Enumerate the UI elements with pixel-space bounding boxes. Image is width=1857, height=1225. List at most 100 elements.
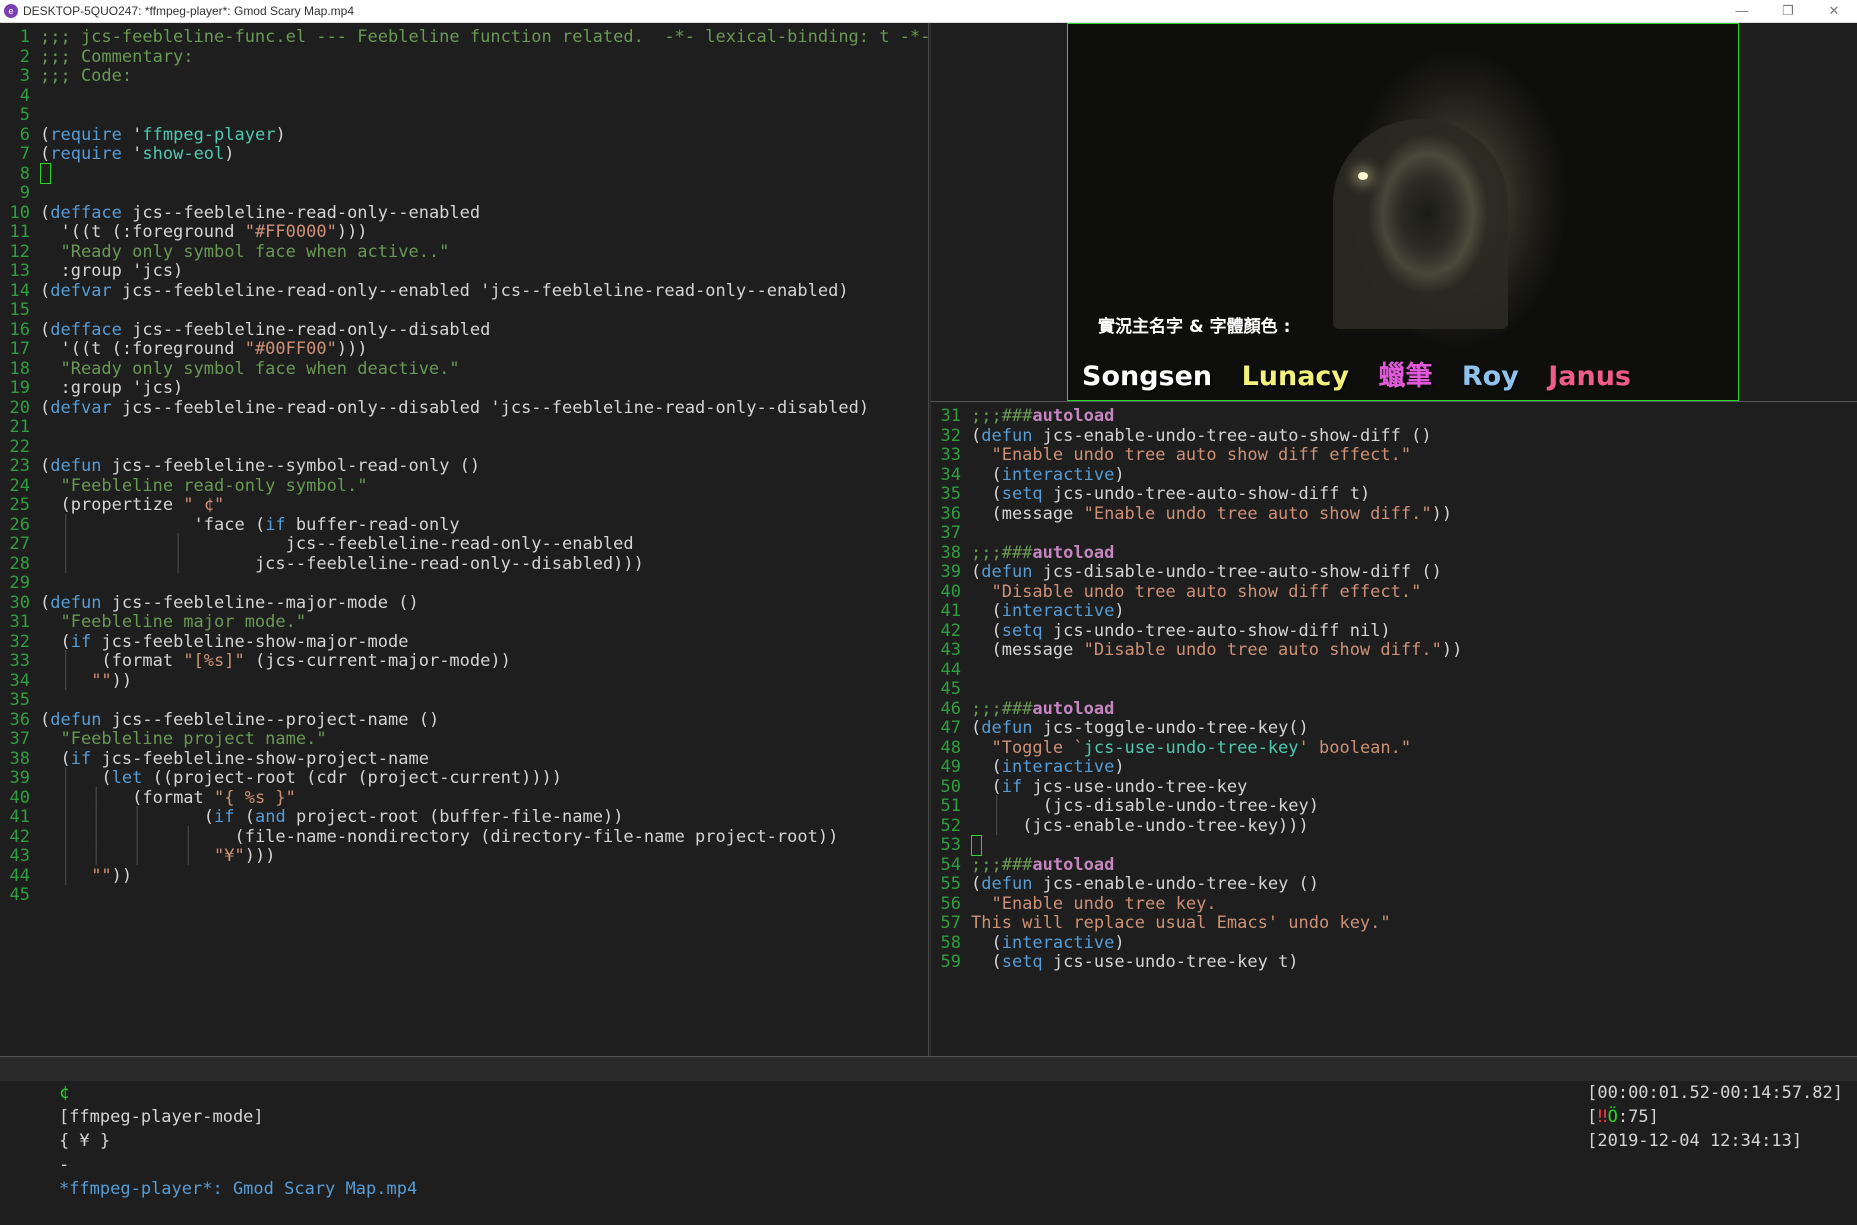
code-token: ( (40, 456, 51, 476)
code-token: jcs--feebleline--major-mode () (101, 592, 419, 613)
code-token: │ (40, 651, 81, 671)
title-bar: e DESKTOP-5QUO247: *ffmpeg-player*: Gmod… (0, 0, 1857, 23)
code-line[interactable]: 14 (defvar jcs--feebleline-read-only--ena… (0, 280, 849, 303)
volume-open-bracket: [ (1587, 1107, 1598, 1127)
code-token: ( (971, 874, 982, 894)
code-token: )) (1431, 503, 1453, 524)
code-token: ' (121, 144, 143, 164)
video-frame[interactable]: 實況主名字 & 字體顏色 : Songsen Lunacy 蠟筆 Roy Jan… (1067, 23, 1739, 401)
line-number: 59 (940, 952, 961, 972)
minimize-button[interactable]: — (1719, 0, 1765, 22)
right-editor-pane[interactable]: 31 ;;;###autoload 32 (defun jcs-enable-undo… (931, 401, 1857, 1057)
streamer-names: Songsen Lunacy 蠟筆 Roy Janus (1082, 354, 1651, 393)
code-token: ( (40, 202, 51, 223)
code-token: show-eol (142, 144, 225, 164)
volume-icon: Ö (1607, 1107, 1618, 1127)
code-token: jcs-use-undo-tree-key t) (1042, 952, 1299, 972)
code-token: jcs--feebleline-read-only--enabled 'jcs-… (111, 280, 849, 301)
streamer-name: Lunacy (1241, 361, 1350, 392)
streamer-name: Songsen (1082, 361, 1213, 392)
code-token: jcs-undo-tree-auto-show-diff t) (1042, 484, 1371, 504)
code-token: interactive (1001, 757, 1115, 777)
code-token: jcs-use-undo-tree-key (1083, 737, 1299, 758)
code-token: defun (981, 874, 1033, 894)
code-token: let (111, 768, 143, 788)
close-button[interactable]: ✕ (1811, 0, 1857, 22)
code-token: │ │ (40, 534, 266, 554)
code-token: ' boolean." (1298, 737, 1412, 758)
code-token: ;;;### (971, 854, 1033, 875)
code-token: ( (971, 484, 1002, 504)
code-line[interactable]: 45 (0, 884, 40, 907)
code-token: ) (224, 144, 235, 164)
code-token: )) (1441, 640, 1463, 660)
code-line[interactable]: 28 │ │ jcs--feebleline-read-only--disabl… (0, 553, 644, 576)
code-token: jcs--feebleline-read-only--disabled (121, 319, 491, 340)
code-token: │ │ │ │ (40, 846, 194, 866)
code-token: autoload (1032, 406, 1115, 426)
code-token: ;;;### (971, 698, 1033, 719)
code-token: if (214, 807, 235, 827)
code-token: require (50, 124, 122, 145)
code-token: "Toggle ` (971, 737, 1084, 758)
code-token: ( (40, 397, 51, 418)
code-token: if (1001, 776, 1023, 797)
code-token: autoload (1032, 542, 1115, 563)
code-token: "" (80, 865, 112, 886)
code-token: ' (121, 124, 143, 145)
code-token: ( (40, 748, 71, 769)
streamer-name: Janus (1548, 361, 1631, 392)
code-token: ) (1114, 601, 1125, 621)
code-token: defun (50, 456, 102, 476)
read-only-indicator: ¢ (58, 1083, 70, 1103)
code-token: " ¢" (183, 495, 225, 515)
code-token: "Feebleline read-only symbol." (40, 475, 368, 496)
code-token: defface (50, 202, 122, 223)
code-token: (file-name-nondirectory (directory-file-… (203, 826, 839, 847)
volume-value: :75] (1617, 1107, 1659, 1127)
code-token: "[%s]" (183, 651, 245, 671)
code-token: )) (111, 865, 133, 886)
code-token: ) (1114, 464, 1125, 485)
code-token: '((t (:foreground (40, 339, 245, 359)
code-token: ( (40, 144, 51, 164)
code-token: (jcs-enable-undo-tree-key))) (1001, 815, 1309, 836)
code-token: if (70, 748, 92, 769)
code-token: jcs-toggle-undo-tree-key() (1032, 718, 1309, 738)
code-token: (format (111, 787, 215, 808)
code-line[interactable]: 43 (message "Disable undo tree auto show… (931, 639, 1463, 662)
code-token: jcs--feebleline--project-name () (101, 709, 440, 730)
code-token: setq (1001, 484, 1043, 504)
code-line[interactable]: 52 │ (jcs-enable-undo-tree-key))) (931, 815, 1309, 838)
code-token: "{ %s }" (214, 787, 296, 808)
text-cursor (40, 163, 51, 184)
code-token: This will replace usual Emacs' undo key.… (971, 913, 1391, 933)
text-cursor (971, 834, 982, 856)
code-token: ) (1114, 932, 1125, 953)
code-token: (jcs-disable-undo-tree-key) (1011, 796, 1319, 816)
code-token: │ (40, 865, 81, 886)
code-token: │ (971, 815, 1002, 836)
video-pane[interactable]: 實況主名字 & 字體顏色 : Songsen Lunacy 蠟筆 Roy Jan… (931, 23, 1857, 401)
code-token: defvar (50, 280, 112, 301)
restore-button[interactable]: ❐ (1765, 0, 1811, 22)
code-token: "Ready only symbol face when active.." (40, 241, 450, 262)
code-token: (jcs-current-major-mode)) (244, 651, 511, 671)
code-line[interactable]: 59 (setq jcs-use-undo-tree-key t) (931, 951, 1299, 974)
volume-bars-icon: ‼ (1597, 1107, 1608, 1127)
code-token: "Enable undo tree key. (971, 893, 1217, 914)
code-token: ( (40, 592, 51, 613)
code-token: "Enable undo tree auto show diff effect.… (971, 445, 1412, 465)
left-editor-pane[interactable]: 1;;; jcs-feebleline-func.el --- Feebleli… (0, 23, 928, 1056)
code-token: ( (971, 425, 982, 446)
code-line[interactable]: 36 (message "Enable undo tree auto show … (931, 503, 1453, 526)
code-token: ;;; jcs-feebleline-func.el --- Feeblelin… (40, 27, 928, 47)
code-token: jcs-undo-tree-auto-show-diff nil) (1042, 620, 1391, 641)
code-line[interactable]: 20 (defvar jcs--feebleline-read-only--dis… (0, 397, 870, 420)
code-token: interactive (1001, 932, 1115, 953)
code-token: defvar (50, 397, 112, 418)
lamp-light (1358, 172, 1368, 180)
code-token: if (265, 514, 286, 535)
code-token: autoload (1032, 698, 1115, 719)
code-token: ))) (336, 222, 368, 242)
